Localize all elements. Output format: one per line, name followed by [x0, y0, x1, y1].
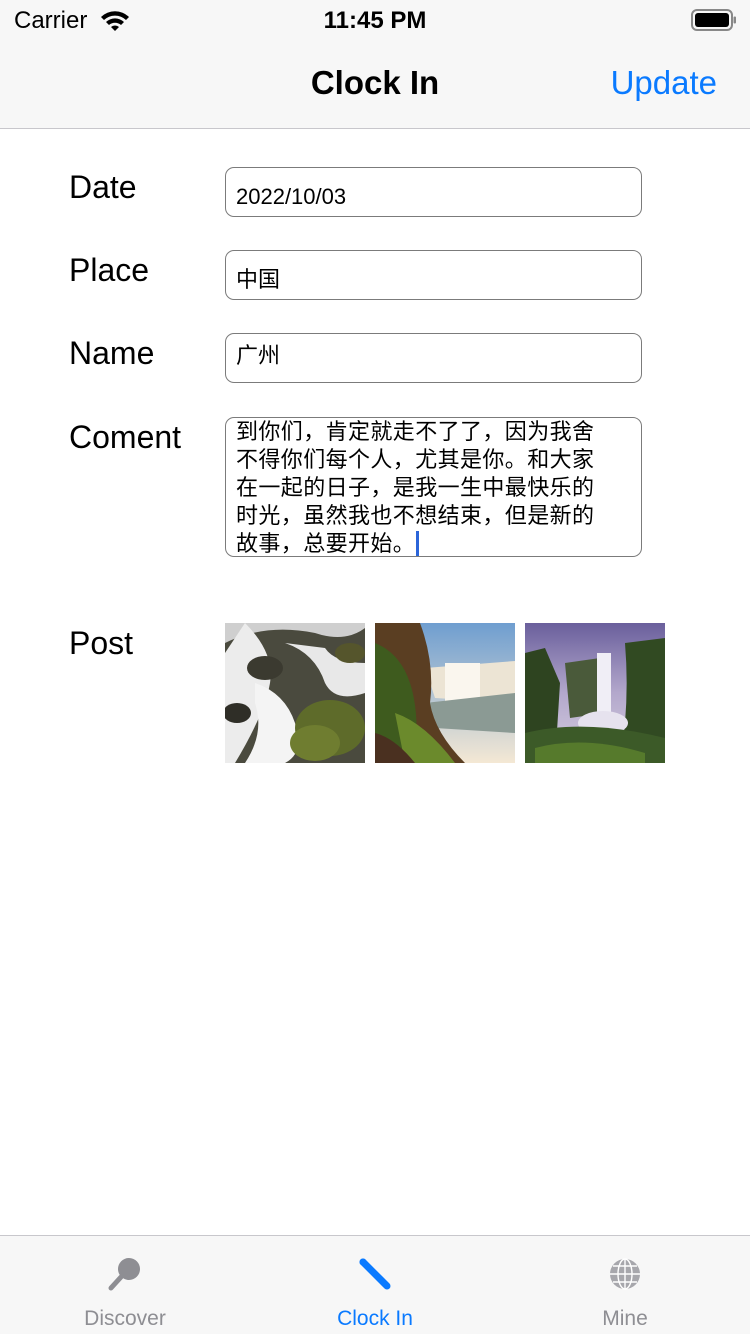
text-cursor — [416, 531, 420, 556]
comment-line: 到你们，肯定就走不了了，因为我舍 — [236, 420, 595, 445]
clock-label: 11:45 PM — [323, 7, 427, 34]
comment-label: Coment — [69, 419, 182, 455]
tab-label: Mine — [602, 1307, 648, 1330]
date-field[interactable]: 2022/10/03 — [225, 167, 642, 217]
globe-icon — [610, 1258, 640, 1290]
update-button[interactable]: Update — [611, 64, 717, 102]
tab-mine[interactable]: Mine — [500, 1236, 750, 1334]
name-label: Name — [69, 335, 155, 371]
pen-icon — [359, 1258, 391, 1290]
place-label: Place — [69, 252, 150, 288]
tab-discover[interactable]: Discover — [0, 1236, 250, 1334]
post-label: Post — [69, 625, 134, 661]
name-field[interactable]: 广州 — [225, 333, 642, 383]
comment-line: 故事，总要开始。 — [236, 532, 416, 557]
date-label: Date — [69, 169, 137, 205]
magnifier-icon — [108, 1258, 140, 1291]
battery-icon — [691, 9, 736, 31]
clock-in-screen: Carrier 11:45 PM Clock In Update Date 20… — [0, 0, 750, 1334]
comment-line: 时光，虽然我也不想结束，但是新的 — [236, 504, 595, 529]
tab-label: Clock In — [337, 1307, 413, 1330]
waterfall-rocks-photo[interactable] — [225, 623, 365, 763]
comment-textarea[interactable]: 到你们，肯定就走不了了，因为我舍 不得你们每个人，尤其是你。和大家 在一起的日子… — [225, 417, 642, 557]
tab-bar: Discover Clock In Mine — [0, 1235, 750, 1334]
waterfall-valley-photo[interactable] — [525, 623, 665, 763]
comment-line: 不得你们每个人，尤其是你。和大家 — [236, 448, 595, 473]
tab-label: Discover — [84, 1307, 166, 1330]
tab-clock-in[interactable]: Clock In — [250, 1236, 500, 1334]
comment-line: 在一起的日子，是我一生中最快乐的 — [236, 476, 595, 501]
comment-text: 到你们，肯定就走不了了，因为我舍 不得你们每个人，尤其是你。和大家 在一起的日子… — [236, 419, 628, 557]
waterfall-canyon-photo[interactable] — [375, 623, 515, 763]
navigation-bar: Carrier 11:45 PM Clock In Update — [0, 0, 750, 129]
place-field[interactable]: 中国 — [225, 250, 642, 300]
